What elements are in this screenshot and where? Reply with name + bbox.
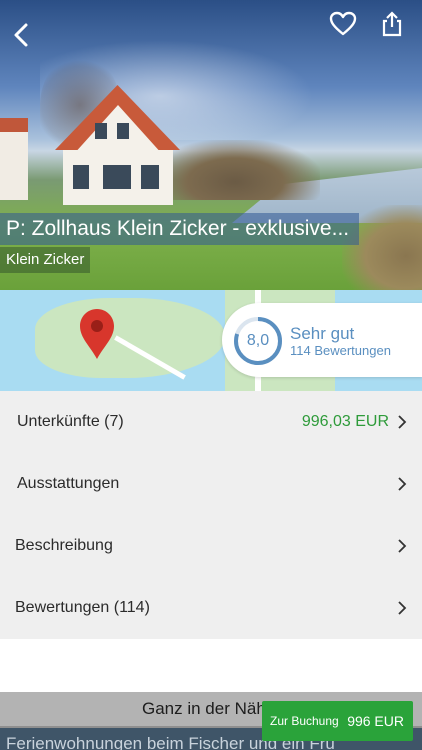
chevron-right-icon: [398, 601, 407, 615]
property-title: P: Zollhaus Klein Zicker - exklusive...: [0, 213, 360, 245]
map-pin-icon: [80, 309, 114, 359]
rating-score: 8,0: [246, 332, 270, 349]
book-button-price: 996 EUR: [347, 713, 404, 729]
book-button[interactable]: Zur Buchung 996 EUR: [262, 701, 413, 741]
list-item-amenities[interactable]: Ausstattungen: [0, 453, 422, 515]
hero-image: P: Zollhaus Klein Zicker - exklusive... …: [0, 0, 422, 290]
list-item-reviews[interactable]: Bewertungen (114): [0, 577, 422, 639]
hero-house: [55, 85, 180, 205]
chevron-right-icon: [398, 477, 407, 491]
rating-label: Sehr gut: [290, 324, 355, 343]
list-item-accommodations[interactable]: Unterkünfte (7) 996,03 EUR: [0, 391, 422, 453]
heart-outline-icon[interactable]: [329, 10, 357, 38]
detail-list: Unterkünfte (7) 996,03 EUR Ausstattungen…: [0, 391, 422, 639]
rating-count: 114 Bewertungen: [290, 343, 391, 358]
list-item-label: Unterkünfte (7): [17, 413, 124, 430]
share-icon[interactable]: [380, 10, 404, 38]
map-land: [35, 298, 225, 378]
nearby-title: Ganz in der Näh: [142, 699, 266, 718]
price-label: 996,03 EUR: [301, 413, 389, 430]
property-location: Klein Zicker: [0, 247, 91, 273]
chevron-right-icon: [398, 415, 407, 429]
list-item-label: Beschreibung: [15, 537, 113, 554]
list-item-description[interactable]: Beschreibung: [0, 515, 422, 577]
list-item-label: Bewertungen (114): [15, 599, 150, 616]
book-button-label: Zur Buchung: [270, 714, 339, 728]
chevron-right-icon: [398, 539, 407, 553]
hero-side-house: [0, 118, 28, 200]
chevron-left-icon[interactable]: [8, 20, 34, 50]
list-item-label: Ausstattungen: [17, 475, 120, 492]
